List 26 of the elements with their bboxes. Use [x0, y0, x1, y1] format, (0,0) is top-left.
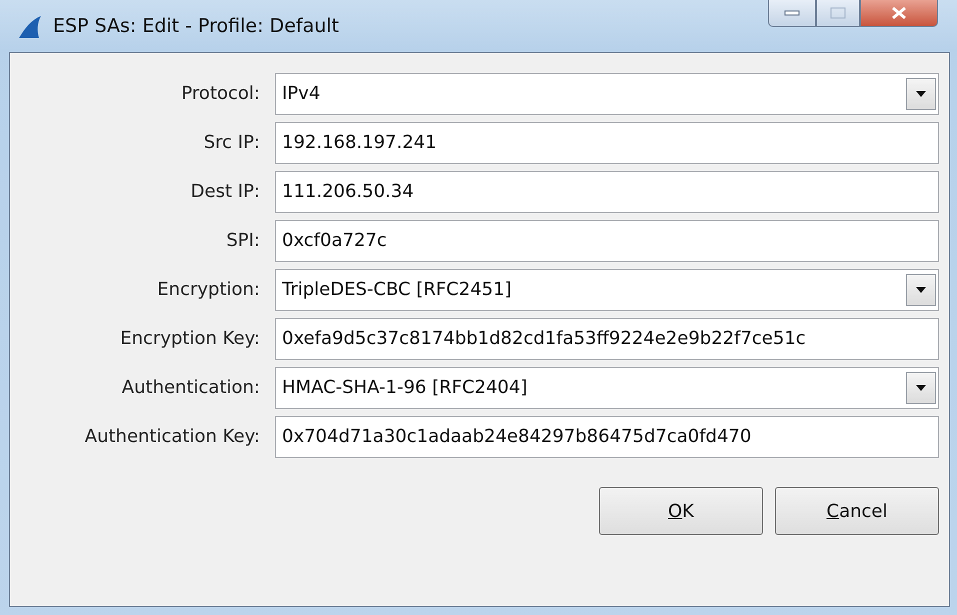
field-label: Authentication: [120, 377, 260, 398]
field-label: Encryption: [156, 279, 260, 300]
input-field[interactable]: 0x704d71a30c1adaab24e84297b86475d7ca0fd470 [275, 416, 939, 458]
dropdown-field[interactable]: IPv4 [275, 72, 939, 114]
field-label: Dest IP: [190, 181, 260, 202]
window-title: ESP SAs: Edit - Profile: Default [53, 15, 340, 37]
dropdown-field[interactable]: TripleDES-CBC [RFC2451] [275, 268, 939, 310]
field-label: Src IP: [202, 132, 260, 153]
input-field[interactable]: 192.168.197.241 [275, 122, 939, 164]
minimize-button[interactable] [768, 0, 816, 27]
shark-fin-icon [17, 14, 43, 38]
input-field[interactable]: 0xefa9d5c37c8174bb1d82cd1fa53ff9224e2e9b22f7ce51c [275, 318, 939, 360]
field-label: Protocol: [180, 83, 260, 104]
input-field[interactable]: 0xcf0a727c [275, 220, 939, 262]
minimize-icon [784, 10, 800, 16]
field-label: SPI: [225, 230, 260, 251]
maximize-button[interactable] [816, 0, 860, 27]
close-icon [891, 6, 907, 20]
dropdown-field[interactable]: HMAC-SHA-1-96 [RFC2404] [275, 366, 939, 408]
input-field[interactable]: 111.206.50.34 [275, 170, 939, 212]
ok-button[interactable]: OK [599, 487, 763, 535]
close-button[interactable] [860, 0, 938, 27]
cancel-button[interactable]: Cancel [775, 487, 939, 535]
field-label: Authentication Key: [84, 426, 260, 447]
maximize-icon [830, 7, 846, 19]
field-label: Encryption Key: [119, 328, 260, 349]
